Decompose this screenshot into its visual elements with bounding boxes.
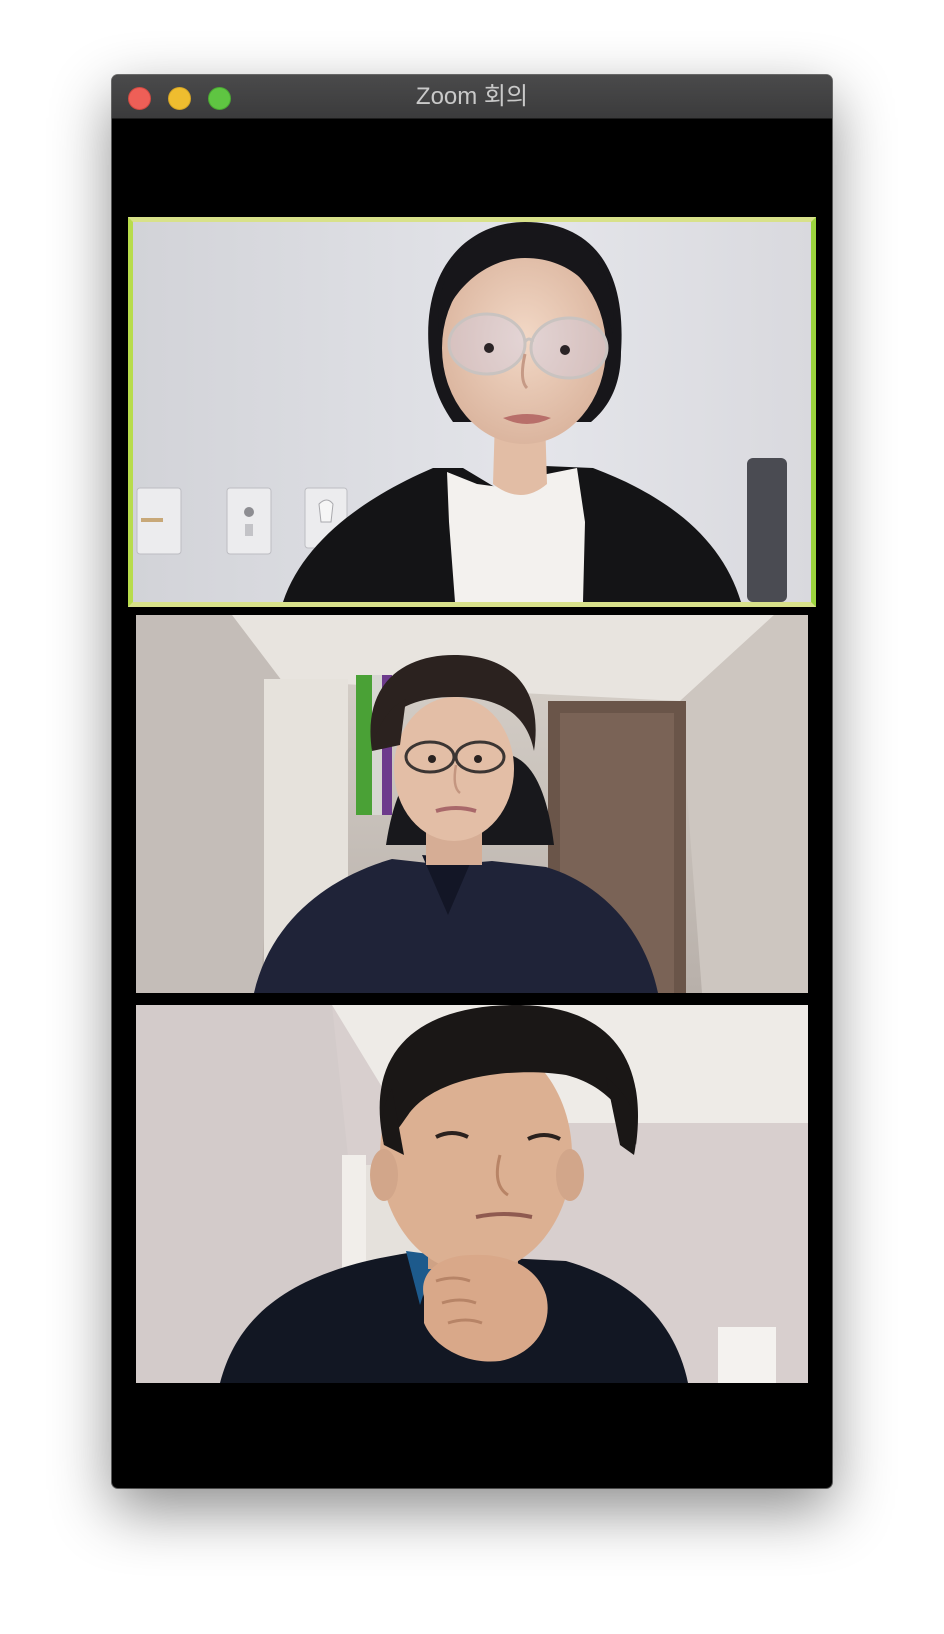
participant-video-1 <box>133 222 811 602</box>
video-tile-active-speaker[interactable] <box>128 217 816 607</box>
participant-video-2 <box>136 615 808 993</box>
window-title: Zoom 회의 <box>415 83 529 110</box>
participant-video-3 <box>136 1005 808 1383</box>
zoom-meeting-window: Zoom 회의 <box>112 75 832 1488</box>
video-tile-participant-2[interactable] <box>136 615 808 993</box>
video-tile-participant-3[interactable] <box>136 1005 808 1383</box>
title-bar[interactable]: Zoom 회의 <box>112 75 832 119</box>
